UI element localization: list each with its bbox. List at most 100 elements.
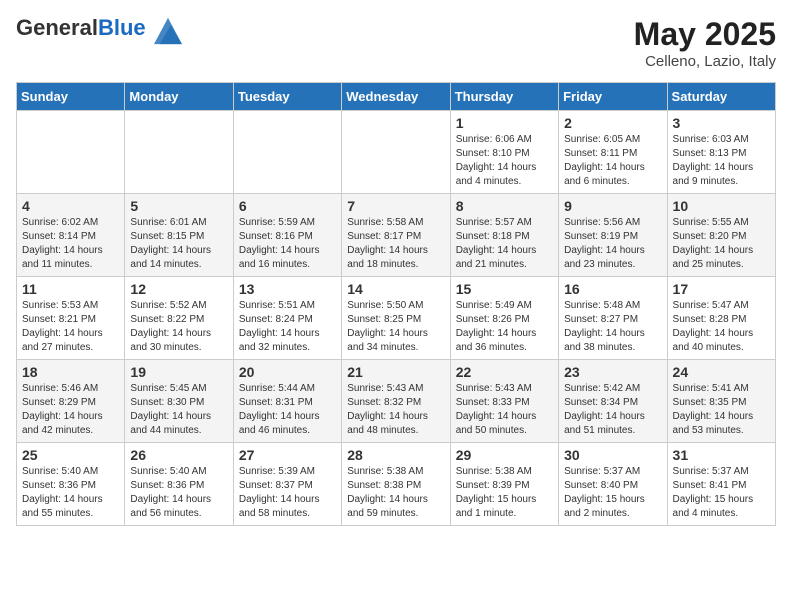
cell-info: Sunrise: 5:58 AM Sunset: 8:17 PM Dayligh… <box>347 216 444 272</box>
calendar-cell: 23 Sunrise: 5:42 AM Sunset: 8:34 PM Dayli… <box>559 360 667 443</box>
cell-info: Sunrise: 5:43 AM Sunset: 8:33 PM Dayligh… <box>456 382 553 438</box>
cell-info: Sunrise: 5:47 AM Sunset: 8:28 PM Dayligh… <box>673 299 770 355</box>
calendar-cell: 26 Sunrise: 5:40 AM Sunset: 8:36 PM Dayli… <box>125 443 233 526</box>
cell-info: Sunrise: 5:51 AM Sunset: 8:24 PM Dayligh… <box>239 299 336 355</box>
day-header-friday: Friday <box>559 83 667 111</box>
cell-info: Sunrise: 5:56 AM Sunset: 8:19 PM Dayligh… <box>564 216 661 272</box>
day-number: 11 <box>22 281 119 297</box>
calendar-cell: 27 Sunrise: 5:39 AM Sunset: 8:37 PM Dayli… <box>233 443 341 526</box>
cell-info: Sunrise: 5:42 AM Sunset: 8:34 PM Dayligh… <box>564 382 661 438</box>
calendar-cell <box>125 111 233 194</box>
calendar-cell: 1Sunrise: 6:06 AM Sunset: 8:10 PM Daylig… <box>450 111 558 194</box>
week-row-4: 18 Sunrise: 5:46 AM Sunset: 8:29 PM Dayli… <box>17 360 776 443</box>
logo-blue-text: Blue <box>98 15 146 40</box>
calendar-cell <box>342 111 450 194</box>
cell-info: Sunrise: 5:37 AM Sunset: 8:40 PM Dayligh… <box>564 465 661 521</box>
cell-info: Sunrise: 5:48 AM Sunset: 8:27 PM Dayligh… <box>564 299 661 355</box>
calendar-cell: 22 Sunrise: 5:43 AM Sunset: 8:33 PM Dayli… <box>450 360 558 443</box>
day-number: 7 <box>347 198 444 214</box>
day-number: 8 <box>456 198 553 214</box>
day-number: 31 <box>673 447 770 463</box>
day-number: 27 <box>239 447 336 463</box>
cell-info: Sunrise: 5:59 AM Sunset: 8:16 PM Dayligh… <box>239 216 336 272</box>
day-number: 26 <box>130 447 227 463</box>
cell-info: Sunrise: 5:40 AM Sunset: 8:36 PM Dayligh… <box>130 465 227 521</box>
week-row-2: 4Sunrise: 6:02 AM Sunset: 8:14 PM Daylig… <box>17 194 776 277</box>
day-number: 2 <box>564 115 661 131</box>
day-number: 25 <box>22 447 119 463</box>
calendar-cell <box>233 111 341 194</box>
calendar-body: 1Sunrise: 6:06 AM Sunset: 8:10 PM Daylig… <box>17 111 776 526</box>
calendar-cell: 7 Sunrise: 5:58 AM Sunset: 8:17 PM Daylig… <box>342 194 450 277</box>
month-title: May 2025 <box>634 16 776 53</box>
calendar-cell: 18 Sunrise: 5:46 AM Sunset: 8:29 PM Dayli… <box>17 360 125 443</box>
week-row-1: 1Sunrise: 6:06 AM Sunset: 8:10 PM Daylig… <box>17 111 776 194</box>
title-block: May 2025 Celleno, Lazio, Italy <box>634 16 776 70</box>
week-row-5: 25 Sunrise: 5:40 AM Sunset: 8:36 PM Dayli… <box>17 443 776 526</box>
calendar-cell: 4Sunrise: 6:02 AM Sunset: 8:14 PM Daylig… <box>17 194 125 277</box>
day-header-sunday: Sunday <box>17 83 125 111</box>
day-number: 23 <box>564 364 661 380</box>
cell-info: Sunrise: 5:49 AM Sunset: 8:26 PM Dayligh… <box>456 299 553 355</box>
day-number: 13 <box>239 281 336 297</box>
calendar-cell: 24 Sunrise: 5:41 AM Sunset: 8:35 PM Dayli… <box>667 360 775 443</box>
day-header-tuesday: Tuesday <box>233 83 341 111</box>
calendar-cell: 8 Sunrise: 5:57 AM Sunset: 8:18 PM Daylig… <box>450 194 558 277</box>
cell-info: Sunrise: 6:03 AM Sunset: 8:13 PM Dayligh… <box>673 133 770 189</box>
calendar-cell: 20Sunrise: 5:44 AM Sunset: 8:31 PM Dayli… <box>233 360 341 443</box>
day-number: 16 <box>564 281 661 297</box>
day-number: 14 <box>347 281 444 297</box>
cell-info: Sunrise: 6:01 AM Sunset: 8:15 PM Dayligh… <box>130 216 227 272</box>
day-number: 15 <box>456 281 553 297</box>
cell-info: Sunrise: 5:52 AM Sunset: 8:22 PM Dayligh… <box>130 299 227 355</box>
cell-info: Sunrise: 6:05 AM Sunset: 8:11 PM Dayligh… <box>564 133 661 189</box>
day-number: 9 <box>564 198 661 214</box>
cell-info: Sunrise: 5:45 AM Sunset: 8:30 PM Dayligh… <box>130 382 227 438</box>
cell-info: Sunrise: 5:41 AM Sunset: 8:35 PM Dayligh… <box>673 382 770 438</box>
cell-info: Sunrise: 5:37 AM Sunset: 8:41 PM Dayligh… <box>673 465 770 521</box>
cell-info: Sunrise: 5:57 AM Sunset: 8:18 PM Dayligh… <box>456 216 553 272</box>
calendar-cell: 10Sunrise: 5:55 AM Sunset: 8:20 PM Dayli… <box>667 194 775 277</box>
day-number: 17 <box>673 281 770 297</box>
cell-info: Sunrise: 5:53 AM Sunset: 8:21 PM Dayligh… <box>22 299 119 355</box>
location: Celleno, Lazio, Italy <box>634 53 776 70</box>
day-header-monday: Monday <box>125 83 233 111</box>
cell-info: Sunrise: 5:44 AM Sunset: 8:31 PM Dayligh… <box>239 382 336 438</box>
logo-general-text: General <box>16 15 98 40</box>
cell-info: Sunrise: 5:39 AM Sunset: 8:37 PM Dayligh… <box>239 465 336 521</box>
day-header-thursday: Thursday <box>450 83 558 111</box>
logo: GeneralBlue <box>16 16 182 45</box>
calendar-cell: 25 Sunrise: 5:40 AM Sunset: 8:36 PM Dayli… <box>17 443 125 526</box>
calendar-cell: 14Sunrise: 5:50 AM Sunset: 8:25 PM Dayli… <box>342 277 450 360</box>
day-number: 18 <box>22 364 119 380</box>
day-number: 1 <box>456 115 553 131</box>
calendar-cell: 11 Sunrise: 5:53 AM Sunset: 8:21 PM Dayli… <box>17 277 125 360</box>
calendar-cell: 29Sunrise: 5:38 AM Sunset: 8:39 PM Dayli… <box>450 443 558 526</box>
day-number: 21 <box>347 364 444 380</box>
calendar-cell: 5 Sunrise: 6:01 AM Sunset: 8:15 PM Daylig… <box>125 194 233 277</box>
day-number: 6 <box>239 198 336 214</box>
calendar-cell: 12Sunrise: 5:52 AM Sunset: 8:22 PM Dayli… <box>125 277 233 360</box>
day-number: 22 <box>456 364 553 380</box>
cell-info: Sunrise: 5:43 AM Sunset: 8:32 PM Dayligh… <box>347 382 444 438</box>
calendar-cell: 28Sunrise: 5:38 AM Sunset: 8:38 PM Dayli… <box>342 443 450 526</box>
cell-info: Sunrise: 5:40 AM Sunset: 8:36 PM Dayligh… <box>22 465 119 521</box>
day-number: 3 <box>673 115 770 131</box>
calendar-cell: 30Sunrise: 5:37 AM Sunset: 8:40 PM Dayli… <box>559 443 667 526</box>
calendar-cell <box>17 111 125 194</box>
calendar-cell: 21 Sunrise: 5:43 AM Sunset: 8:32 PM Dayli… <box>342 360 450 443</box>
cell-info: Sunrise: 6:02 AM Sunset: 8:14 PM Dayligh… <box>22 216 119 272</box>
calendar-cell: 13 Sunrise: 5:51 AM Sunset: 8:24 PM Dayli… <box>233 277 341 360</box>
day-number: 24 <box>673 364 770 380</box>
cell-info: Sunrise: 5:46 AM Sunset: 8:29 PM Dayligh… <box>22 382 119 438</box>
calendar-cell: 31 Sunrise: 5:37 AM Sunset: 8:41 PM Dayli… <box>667 443 775 526</box>
calendar-cell: 2 Sunrise: 6:05 AM Sunset: 8:11 PM Daylig… <box>559 111 667 194</box>
calendar-table: SundayMondayTuesdayWednesdayThursdayFrid… <box>16 82 776 526</box>
calendar-cell: 3 Sunrise: 6:03 AM Sunset: 8:13 PM Daylig… <box>667 111 775 194</box>
day-number: 10 <box>673 198 770 214</box>
page-header: GeneralBlue May 2025 Celleno, Lazio, Ita… <box>16 16 776 70</box>
day-number: 5 <box>130 198 227 214</box>
cell-info: Sunrise: 5:38 AM Sunset: 8:39 PM Dayligh… <box>456 465 553 521</box>
calendar-cell: 16 Sunrise: 5:48 AM Sunset: 8:27 PM Dayli… <box>559 277 667 360</box>
calendar-cell: 6 Sunrise: 5:59 AM Sunset: 8:16 PM Daylig… <box>233 194 341 277</box>
